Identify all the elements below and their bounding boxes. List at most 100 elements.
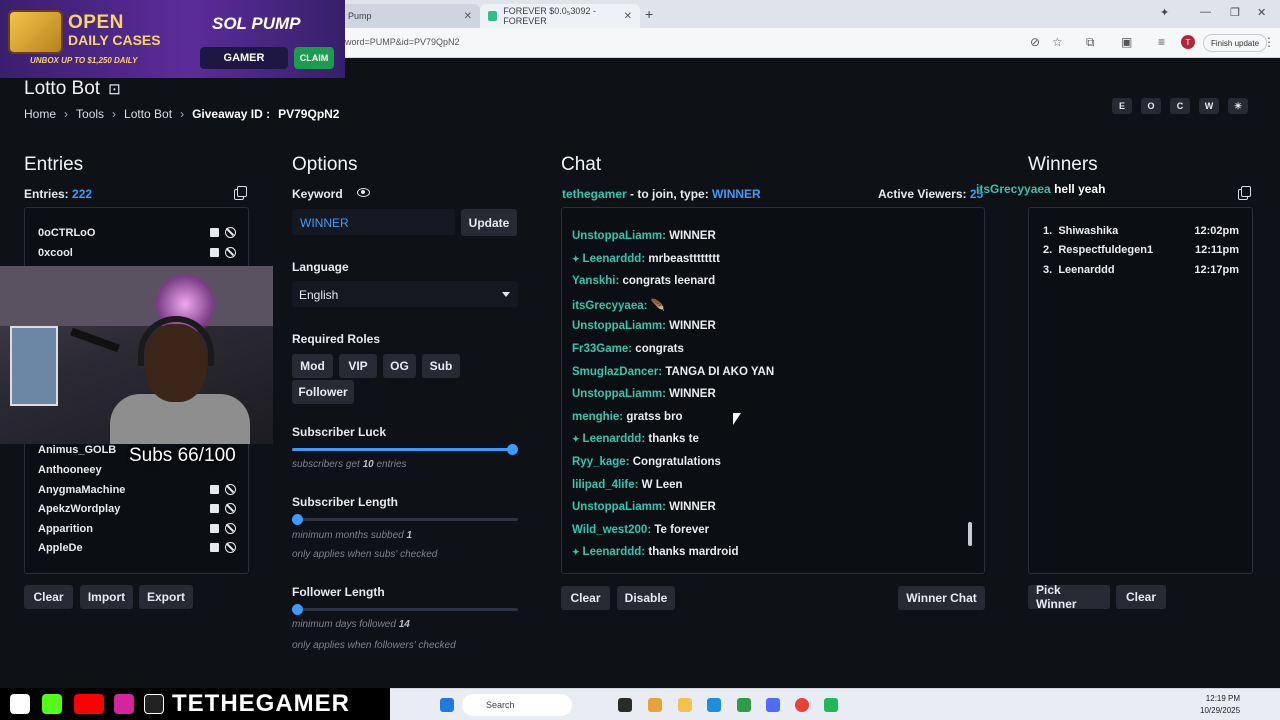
ban-icon[interactable] bbox=[225, 542, 236, 553]
slider-handle[interactable] bbox=[292, 514, 303, 525]
entry-checkbox[interactable] bbox=[210, 485, 219, 494]
split-view-icon[interactable]: ▣ bbox=[1121, 35, 1132, 49]
subscriber-luck-slider[interactable] bbox=[292, 444, 518, 455]
subscriber-luck-hint: subscribers get 10 entries bbox=[292, 459, 407, 470]
chevron-down-icon bbox=[502, 292, 510, 297]
slider-handle[interactable] bbox=[292, 604, 303, 615]
hint-value: 14 bbox=[398, 619, 410, 630]
bookmark-star-icon[interactable]: ☆ bbox=[1052, 35, 1063, 49]
x-logo-icon bbox=[10, 694, 30, 714]
copilot-icon[interactable] bbox=[648, 698, 662, 712]
chat-message: Ryy_kage: Congratulations bbox=[572, 456, 721, 468]
breadcrumb-lotto-bot[interactable]: Lotto Bot bbox=[124, 107, 172, 121]
chat-text: WINNER bbox=[669, 501, 716, 513]
browser-tab-pump[interactable]: Pump ✕ bbox=[340, 4, 480, 28]
role-mod-button[interactable]: Mod bbox=[292, 354, 333, 378]
keyword-input[interactable]: WINNER bbox=[292, 209, 455, 235]
app-icon[interactable] bbox=[824, 698, 838, 712]
file-explorer-icon[interactable] bbox=[678, 698, 692, 712]
chat-text: 🪶 bbox=[650, 300, 665, 312]
xbox-icon[interactable] bbox=[737, 698, 751, 712]
chat-username: UnstoppaLiamm: bbox=[572, 320, 666, 332]
entry-checkbox[interactable] bbox=[210, 228, 219, 237]
export-button[interactable]: Export bbox=[139, 585, 193, 609]
pick-winner-button[interactable]: Pick Winner bbox=[1028, 583, 1110, 611]
clear-chat-button[interactable]: Clear bbox=[561, 586, 610, 610]
clear-winners-button[interactable]: Clear bbox=[1116, 585, 1166, 609]
task-view-icon[interactable] bbox=[618, 698, 632, 712]
entry-name: Anthooneey bbox=[38, 464, 102, 476]
follower-length-slider[interactable] bbox=[292, 604, 518, 615]
role-sub-button[interactable]: Sub bbox=[422, 354, 460, 378]
maximize-icon[interactable]: ❐ bbox=[1230, 6, 1240, 19]
new-tab-icon[interactable]: + bbox=[645, 6, 653, 22]
webcam-poster bbox=[10, 326, 58, 406]
winner-chat-button[interactable]: Winner Chat bbox=[898, 586, 985, 610]
chat-username: itsGrecyyaea: bbox=[572, 300, 648, 312]
extensions-icon[interactable]: ⧉ bbox=[1086, 35, 1095, 50]
ban-icon[interactable] bbox=[225, 503, 236, 514]
profile-avatar[interactable]: T bbox=[1181, 35, 1195, 49]
close-tab-icon[interactable]: ✕ bbox=[624, 11, 632, 22]
browser-tab-forever[interactable]: FOREVER $0.0₅3092 - FOREVER ✕ bbox=[480, 4, 640, 28]
close-tab-icon[interactable]: ✕ bbox=[464, 11, 472, 22]
clear-entries-button[interactable]: Clear bbox=[24, 585, 73, 609]
copy-winners-icon[interactable] bbox=[1238, 186, 1251, 200]
ad-claim-button[interactable]: CLAIM bbox=[294, 47, 334, 69]
import-button[interactable]: Import bbox=[80, 585, 133, 609]
chat-scrollbar[interactable] bbox=[968, 522, 972, 546]
entry-checkbox[interactable] bbox=[210, 524, 219, 533]
block-icon[interactable]: ⊘ bbox=[1030, 35, 1040, 49]
slider-fill bbox=[292, 448, 512, 451]
breadcrumb-home[interactable]: Home bbox=[24, 107, 56, 121]
clock-time: 12:19 PM bbox=[1205, 694, 1241, 703]
url-field[interactable]: word=PUMP&id=PV79QpN2 bbox=[345, 37, 460, 47]
more-menu-icon[interactable]: ⋮ bbox=[1263, 35, 1275, 49]
language-select[interactable]: English bbox=[292, 281, 518, 307]
ban-icon[interactable] bbox=[225, 227, 236, 238]
start-menu-icon[interactable] bbox=[440, 698, 454, 712]
tab-list-icon[interactable]: ≡ bbox=[1158, 35, 1165, 49]
breadcrumb-tools[interactable]: Tools bbox=[76, 107, 104, 121]
role-og-button[interactable]: OG bbox=[383, 354, 416, 378]
light-mode-icon[interactable]: ☀ bbox=[1228, 98, 1248, 114]
chat-username: Leenarddd: bbox=[582, 253, 646, 265]
chrome-icon[interactable] bbox=[795, 698, 809, 712]
edge-icon[interactable] bbox=[707, 698, 721, 712]
chat-log[interactable]: UnstoppaLiamm: WINNER ✦ Leenarddd: mrbeast… bbox=[561, 207, 985, 574]
close-window-icon[interactable]: ✕ bbox=[1257, 6, 1266, 19]
entry-checkbox[interactable] bbox=[210, 248, 219, 257]
theme-button-o[interactable]: O bbox=[1141, 98, 1161, 114]
ban-icon[interactable] bbox=[225, 484, 236, 495]
role-vip-button[interactable]: VIP bbox=[339, 354, 377, 378]
copy-entries-icon[interactable] bbox=[234, 186, 247, 200]
chat-text: gratss bro bbox=[626, 411, 683, 423]
slider-handle[interactable] bbox=[507, 444, 518, 455]
ban-icon[interactable] bbox=[225, 247, 236, 258]
role-follower-button[interactable]: Follower bbox=[292, 380, 354, 404]
disable-chat-button[interactable]: Disable bbox=[617, 586, 675, 610]
update-button[interactable]: Update bbox=[461, 209, 517, 236]
minimize-icon[interactable]: — bbox=[1200, 6, 1211, 18]
subs-goal-overlay: Subs 66/100 bbox=[129, 445, 236, 466]
winner-name: Leenarddd bbox=[1058, 264, 1115, 276]
hint-text: minimum months subbed bbox=[292, 530, 404, 541]
winner-name: Respectfuldegen1 bbox=[1058, 244, 1154, 256]
winner-row: 3. Leenarddd 12:17pm bbox=[1043, 264, 1239, 276]
finish-update-button[interactable]: Finish update bbox=[1203, 34, 1268, 52]
entry-checkbox[interactable] bbox=[210, 504, 219, 513]
taskbar-clock[interactable]: 12:19 PM 10/29/2025 bbox=[1200, 693, 1240, 717]
theme-button-e[interactable]: E bbox=[1112, 98, 1132, 114]
ban-icon[interactable] bbox=[225, 523, 236, 534]
subscriber-length-slider[interactable] bbox=[292, 514, 518, 525]
theme-button-w[interactable]: W bbox=[1199, 98, 1219, 114]
entry-checkbox[interactable] bbox=[210, 543, 219, 552]
theme-button-c[interactable]: C bbox=[1170, 98, 1190, 114]
sparkle-icon[interactable]: ✦ bbox=[1160, 6, 1169, 19]
taskbar-search[interactable]: Search bbox=[462, 694, 572, 716]
eye-icon[interactable] bbox=[357, 188, 370, 197]
store-icon[interactable] bbox=[766, 698, 780, 712]
winner-time: 12:02pm bbox=[1194, 225, 1239, 237]
list-item: 0xcool bbox=[38, 247, 236, 259]
sponsor-ad-banner[interactable]: OPEN DAILY CASES UNBOX UP TO $1,250 DAIL… bbox=[0, 0, 345, 78]
